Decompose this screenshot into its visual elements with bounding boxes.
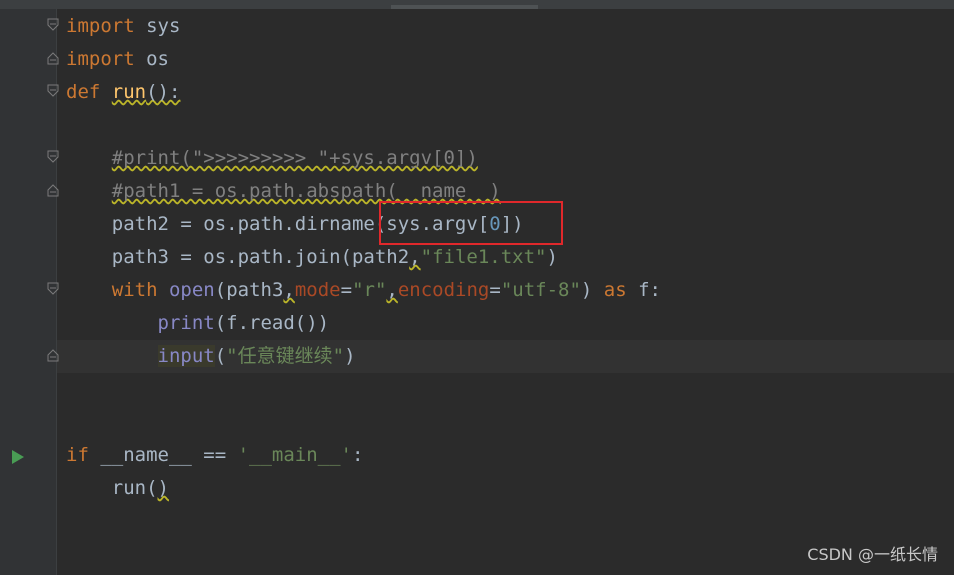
fold-icon[interactable]	[47, 51, 59, 65]
code-line[interactable]: input("任意键继续")	[66, 340, 356, 373]
code-line[interactable]: run()	[66, 472, 169, 505]
run-icon[interactable]	[11, 448, 25, 464]
code-line[interactable]: import os	[66, 43, 169, 76]
code-line[interactable]: #print(">>>>>>>>> "+sys.argv[0])	[66, 142, 478, 175]
code-line[interactable]: def run():	[66, 76, 180, 109]
fold-icon[interactable]	[47, 150, 59, 164]
code-line[interactable]: import sys	[66, 10, 180, 43]
fold-icon[interactable]	[47, 18, 59, 32]
code-line[interactable]: path3 = os.path.join(path2,"file1.txt")	[66, 241, 558, 274]
code-line[interactable]: if __name__ == '__main__':	[66, 439, 363, 472]
editor-tab-strip[interactable]	[0, 0, 954, 9]
code-line[interactable]: with open(path3,mode="r",encoding="utf-8…	[66, 274, 661, 307]
annotation-highlight-box	[379, 201, 563, 245]
watermark: CSDN @一纸长情	[807, 545, 938, 564]
active-tab-indicator[interactable]	[391, 5, 538, 9]
fold-icon[interactable]	[47, 282, 59, 296]
code-line[interactable]: print(f.read())	[66, 307, 330, 340]
fold-icon[interactable]	[47, 183, 59, 197]
fold-icon[interactable]	[47, 84, 59, 98]
fold-icon[interactable]	[47, 348, 59, 362]
